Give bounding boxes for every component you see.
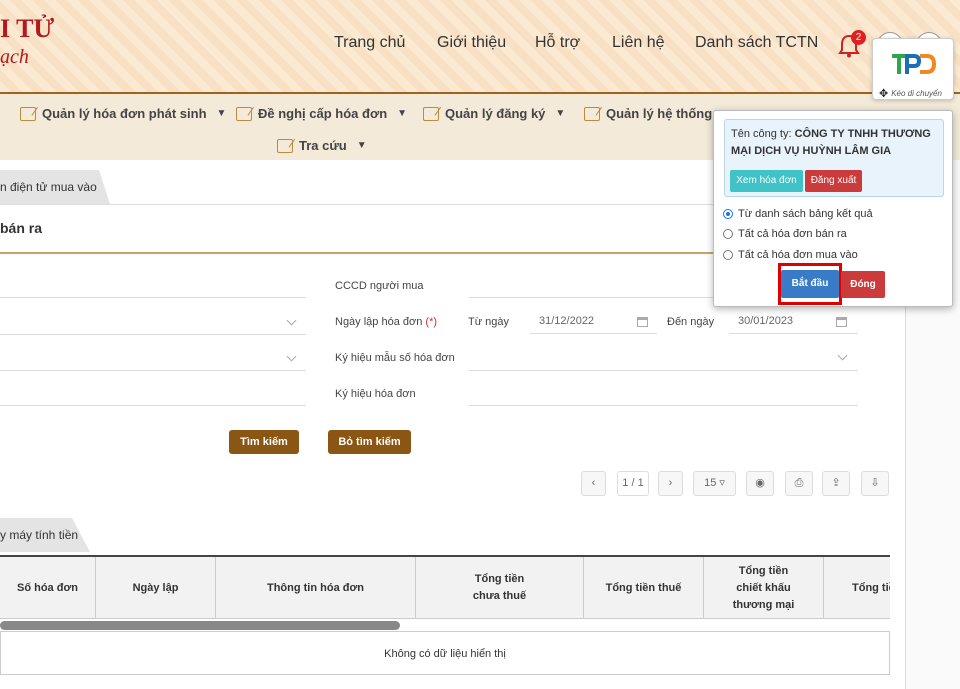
- caret-down-icon: ▼: [397, 108, 408, 119]
- menu-lookup[interactable]: Tra cứu ▼: [277, 138, 367, 153]
- field-underline: [729, 333, 858, 334]
- from-date-input[interactable]: 31/12/2022: [539, 315, 594, 327]
- option-label: Từ danh sách bảng kết quả: [738, 208, 873, 220]
- calendar-icon[interactable]: [637, 317, 648, 327]
- download-icon[interactable]: ⇩: [861, 471, 889, 496]
- prev-page-button[interactable]: ‹: [581, 471, 606, 496]
- menu-label: Quản lý hệ thống: [606, 106, 713, 121]
- th-total-tax: Tổng tiền thuế: [584, 557, 704, 619]
- page-size-value: 15: [704, 477, 717, 489]
- page-title: bán ra: [0, 220, 43, 236]
- date-label: Ngày lập hóa đơn (*): [335, 316, 437, 328]
- nav-support[interactable]: Hỗ trợ: [535, 34, 580, 52]
- template-select-underline: [469, 370, 858, 371]
- caret-down-icon: ▼: [216, 108, 227, 119]
- menu-label: Quản lý hóa đơn phát sinh: [42, 106, 207, 121]
- tpd-logo-icon: [892, 54, 936, 74]
- menu-label: Tra cứu: [299, 138, 347, 153]
- table-empty-row: Không có dữ liệu hiển thị: [0, 631, 890, 675]
- option-all-sold[interactable]: Tất cả hóa đơn bán ra: [723, 228, 847, 240]
- tab-purchase-invoices[interactable]: n điện tử mua vào: [0, 170, 110, 204]
- menu-invoice-request[interactable]: Đề nghị cấp hóa đơn ▼: [236, 106, 407, 121]
- option-all-purchased[interactable]: Tất cả hóa đơn mua vào: [723, 249, 858, 261]
- calendar-icon[interactable]: [836, 317, 847, 327]
- radio-unchecked[interactable]: [723, 229, 733, 239]
- nav-about[interactable]: Giới thiệu: [437, 34, 506, 52]
- move-icon: ✥: [879, 88, 889, 100]
- tpd-widget[interactable]: ✥ Kéo di chuyển: [872, 38, 954, 100]
- edit-icon: [423, 106, 439, 121]
- cccd-label: CCCD người mua: [335, 280, 424, 292]
- nav-home[interactable]: Trang chủ: [334, 34, 405, 52]
- symbol-input-underline: [469, 405, 858, 406]
- chevron-down-icon[interactable]: [286, 351, 297, 362]
- menu-system[interactable]: Quản lý hệ thống ▼: [584, 106, 732, 121]
- menu-label: Đề nghị cấp hóa đơn: [258, 106, 388, 121]
- view-icon[interactable]: ◉: [746, 471, 774, 496]
- nav-contact[interactable]: Liên hệ: [612, 34, 665, 52]
- export-icon[interactable]: ⇪: [822, 471, 850, 496]
- option-label: Tất cả hóa đơn mua vào: [738, 249, 858, 261]
- clear-search-button[interactable]: Bỏ tìm kiếm: [328, 430, 411, 454]
- caret-down-icon: ▼: [356, 140, 367, 151]
- th-date: Ngày lập: [96, 557, 216, 619]
- th-total-discount: Tổng tiền chiết khấu thương mại: [704, 557, 824, 619]
- field-underline: [0, 370, 306, 371]
- chevron-down-icon[interactable]: [837, 350, 848, 361]
- th-invoice-number: Số hóa đơn: [0, 557, 96, 619]
- edit-icon: [584, 106, 600, 121]
- print-icon[interactable]: ⎙: [785, 471, 813, 496]
- field-underline: [530, 333, 657, 334]
- menu-registration[interactable]: Quản lý đăng ký ▼: [423, 106, 565, 121]
- site-logo-text: I TỬ: [0, 14, 55, 43]
- export-popup: Tên công ty: CÔNG TY TNHH THƯƠNG MẠI DỊC…: [713, 110, 953, 307]
- view-invoices-button[interactable]: Xem hóa đơn: [730, 170, 803, 192]
- th-invoice-info: Thông tin hóa đơn: [216, 557, 416, 619]
- from-date-label: Từ ngày: [468, 316, 509, 328]
- next-page-button[interactable]: ›: [658, 471, 683, 496]
- drag-handle[interactable]: ✥ Kéo di chuyển: [879, 87, 942, 100]
- symbol-label: Ký hiệu hóa đơn: [335, 388, 416, 400]
- site-header: I TỬ ạch Trang chủ Giới thiệu Hỗ trợ Liê…: [0, 0, 960, 92]
- site-logo-subtitle: ạch: [0, 46, 29, 68]
- close-button[interactable]: Đóng: [841, 271, 885, 298]
- field-underline: [0, 405, 306, 406]
- page-size-select[interactable]: 15 ▿: [693, 471, 736, 496]
- edit-icon: [20, 106, 36, 121]
- menu-label: Quản lý đăng ký: [445, 106, 546, 121]
- start-button[interactable]: Bắt đầu: [781, 270, 839, 298]
- table-header: Số hóa đơn Ngày lập Thông tin hóa đơn Tổ…: [0, 555, 890, 619]
- th-total-partial: Tổng tiề: [852, 581, 890, 594]
- tab-cash-register-invoices[interactable]: y máy tính tiền: [0, 518, 90, 552]
- nav-tctn-list[interactable]: Danh sách TCTN: [695, 34, 818, 52]
- radio-checked[interactable]: [723, 209, 733, 219]
- horizontal-scrollbar[interactable]: [0, 621, 400, 630]
- option-label: Tất cả hóa đơn bán ra: [738, 228, 847, 240]
- th-total-pretax: Tổng tiền chưa thuế: [416, 557, 584, 619]
- template-label: Ký hiệu mẫu số hóa đơn: [335, 352, 455, 364]
- chevron-down-icon[interactable]: [286, 315, 297, 326]
- logout-button[interactable]: Đăng xuất: [805, 170, 862, 192]
- company-label: Tên công ty:: [731, 128, 792, 140]
- radio-unchecked[interactable]: [723, 250, 733, 260]
- to-date-label: Đến ngày: [667, 316, 715, 328]
- page-indicator: 1 / 1: [617, 471, 649, 496]
- company-info-box: Tên công ty: CÔNG TY TNHH THƯƠNG MẠI DỊC…: [724, 119, 944, 197]
- required-mark: (*): [425, 316, 438, 328]
- drag-label: Kéo di chuyển: [891, 89, 942, 98]
- to-date-input[interactable]: 30/01/2023: [738, 315, 793, 327]
- field-underline: [0, 334, 306, 335]
- caret-down-icon: ▼: [555, 108, 566, 119]
- option-from-results[interactable]: Từ danh sách bảng kết quả: [723, 208, 873, 220]
- edit-icon: [236, 106, 252, 121]
- search-button[interactable]: Tìm kiếm: [229, 430, 299, 454]
- notification-badge: 2: [851, 30, 866, 45]
- date-label-text: Ngày lập hóa đơn: [335, 316, 423, 328]
- edit-icon: [277, 138, 293, 153]
- field-underline: [0, 297, 306, 298]
- menu-invoice-management[interactable]: Quản lý hóa đơn phát sinh ▼: [20, 106, 226, 121]
